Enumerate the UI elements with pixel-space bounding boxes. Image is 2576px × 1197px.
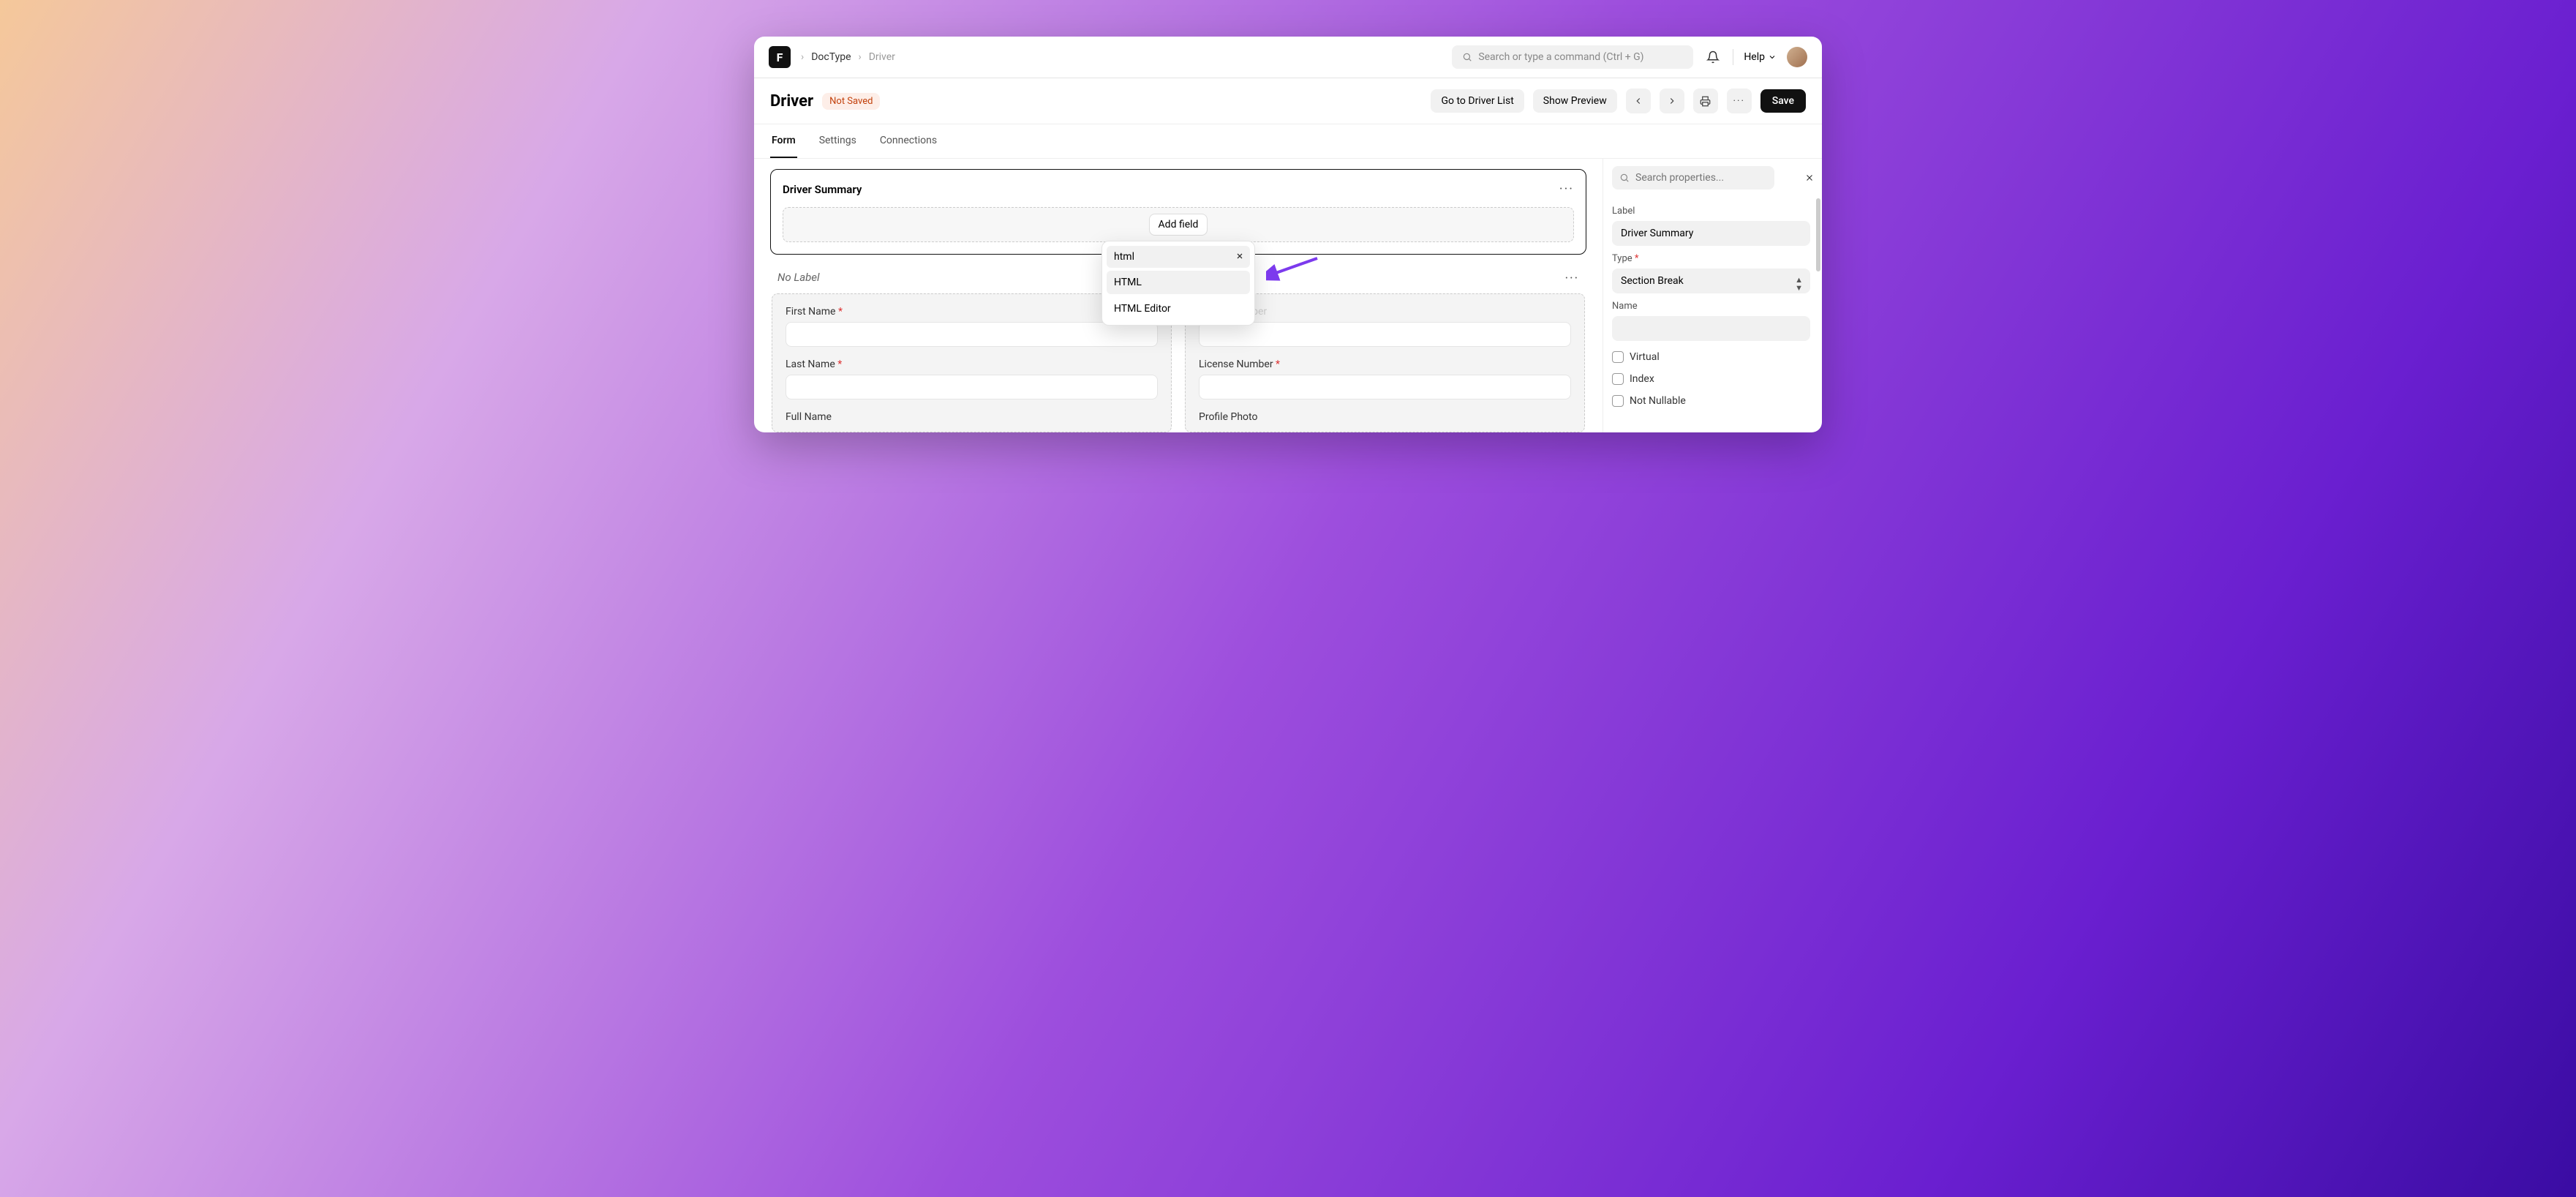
app-window: F › DocType › Driver Search or type a co… <box>754 37 1822 432</box>
print-button[interactable] <box>1693 89 1718 113</box>
fieldtype-popup: HTML HTML Editor <box>1101 241 1255 326</box>
scrollbar-thumb[interactable] <box>1816 198 1820 271</box>
prop-not-nullable-checkbox[interactable]: Not Nullable <box>1612 395 1810 407</box>
page-title: Driver <box>770 92 813 110</box>
global-search[interactable]: Search or type a command (Ctrl + G) <box>1452 45 1693 69</box>
printer-icon <box>1700 96 1711 107</box>
section-title: Driver Summary <box>783 183 862 196</box>
chevron-left-icon <box>1633 96 1643 106</box>
search-placeholder: Search or type a command (Ctrl + G) <box>1478 51 1643 63</box>
section-heading-no-label: No Label <box>777 271 820 286</box>
fieldtype-option-html-editor[interactable]: HTML Editor <box>1107 297 1250 320</box>
checkbox-icon <box>1612 351 1624 363</box>
prop-index-checkbox[interactable]: Index <box>1612 373 1810 385</box>
user-avatar[interactable] <box>1787 47 1807 67</box>
field-label-full-name: Full Name <box>786 411 1158 423</box>
bell-icon <box>1706 50 1720 64</box>
field-input-first-name[interactable] <box>786 322 1158 347</box>
properties-sidebar: Label Type * ▲▼ Name Virtual Index <box>1603 159 1822 432</box>
more-actions-button[interactable]: ··· <box>1727 89 1752 113</box>
save-button[interactable]: Save <box>1760 89 1806 113</box>
prop-type-select[interactable] <box>1612 269 1810 293</box>
field-label-profile-photo: Profile Photo <box>1199 411 1571 423</box>
body: Driver Summary ··· Add field HTML HTML E… <box>754 159 1822 432</box>
help-menu[interactable]: Help <box>1744 51 1777 63</box>
field-label-license-number: License Number * <box>1199 359 1571 370</box>
show-preview-button[interactable]: Show Preview <box>1533 89 1617 113</box>
add-field-button[interactable]: Add field <box>1149 214 1208 236</box>
chevron-right-icon: › <box>859 51 862 63</box>
notifications-button[interactable] <box>1703 48 1722 67</box>
fieldtype-search-input[interactable] <box>1107 246 1250 268</box>
go-to-list-button[interactable]: Go to Driver List <box>1431 89 1524 113</box>
checkbox-label: Not Nullable <box>1630 395 1686 407</box>
field-dropzone[interactable]: Add field <box>783 207 1574 242</box>
breadcrumb-doctype[interactable]: DocType <box>811 51 851 63</box>
checkbox-label: Index <box>1630 373 1654 385</box>
prop-label-input[interactable] <box>1612 221 1810 246</box>
prop-virtual-checkbox[interactable]: Virtual <box>1612 351 1810 363</box>
properties-search-input[interactable] <box>1612 166 1774 190</box>
status-badge: Not Saved <box>822 93 880 110</box>
field-input-phone-number[interactable] <box>1199 322 1571 347</box>
chevron-right-icon: › <box>801 51 804 63</box>
breadcrumb-current: Driver <box>869 51 895 63</box>
form-canvas: Driver Summary ··· Add field HTML HTML E… <box>754 159 1603 432</box>
page-header: Driver Not Saved Go to Driver List Show … <box>754 78 1822 124</box>
checkbox-label: Virtual <box>1630 351 1660 363</box>
help-label: Help <box>1744 51 1765 63</box>
prop-name-input[interactable] <box>1612 316 1810 341</box>
app-logo[interactable]: F <box>769 46 791 68</box>
tabs: Form Settings Connections <box>754 124 1822 159</box>
select-caret-icon: ▲▼ <box>1795 276 1803 292</box>
prop-name-label: Name <box>1612 301 1810 312</box>
checkbox-icon <box>1612 373 1624 385</box>
prev-button[interactable] <box>1626 89 1651 113</box>
field-label-last-name: Last Name * <box>786 359 1158 370</box>
tab-form[interactable]: Form <box>770 124 797 158</box>
topbar: F › DocType › Driver Search or type a co… <box>754 37 1822 78</box>
chevron-down-icon <box>1768 53 1777 61</box>
chevron-right-icon <box>1667 96 1677 106</box>
close-icon <box>1235 252 1244 260</box>
section-menu-button[interactable]: ··· <box>1564 271 1579 286</box>
tab-settings[interactable]: Settings <box>818 124 858 158</box>
breadcrumb: › DocType › Driver <box>801 51 895 63</box>
section-menu-button[interactable]: ··· <box>1559 181 1574 197</box>
search-icon <box>1462 52 1472 62</box>
tab-connections[interactable]: Connections <box>878 124 938 158</box>
fieldtype-option-html[interactable]: HTML <box>1107 271 1250 294</box>
field-input-last-name[interactable] <box>786 375 1158 399</box>
close-sidebar-button[interactable] <box>1804 173 1815 183</box>
clear-search-button[interactable] <box>1235 252 1244 260</box>
more-horizontal-icon: ··· <box>1733 96 1744 107</box>
search-icon <box>1619 173 1630 183</box>
next-button[interactable] <box>1660 89 1684 113</box>
prop-label-label: Label <box>1612 206 1810 217</box>
prop-type-label: Type * <box>1612 253 1810 264</box>
field-input-license-number[interactable] <box>1199 375 1571 399</box>
checkbox-icon <box>1612 395 1624 407</box>
